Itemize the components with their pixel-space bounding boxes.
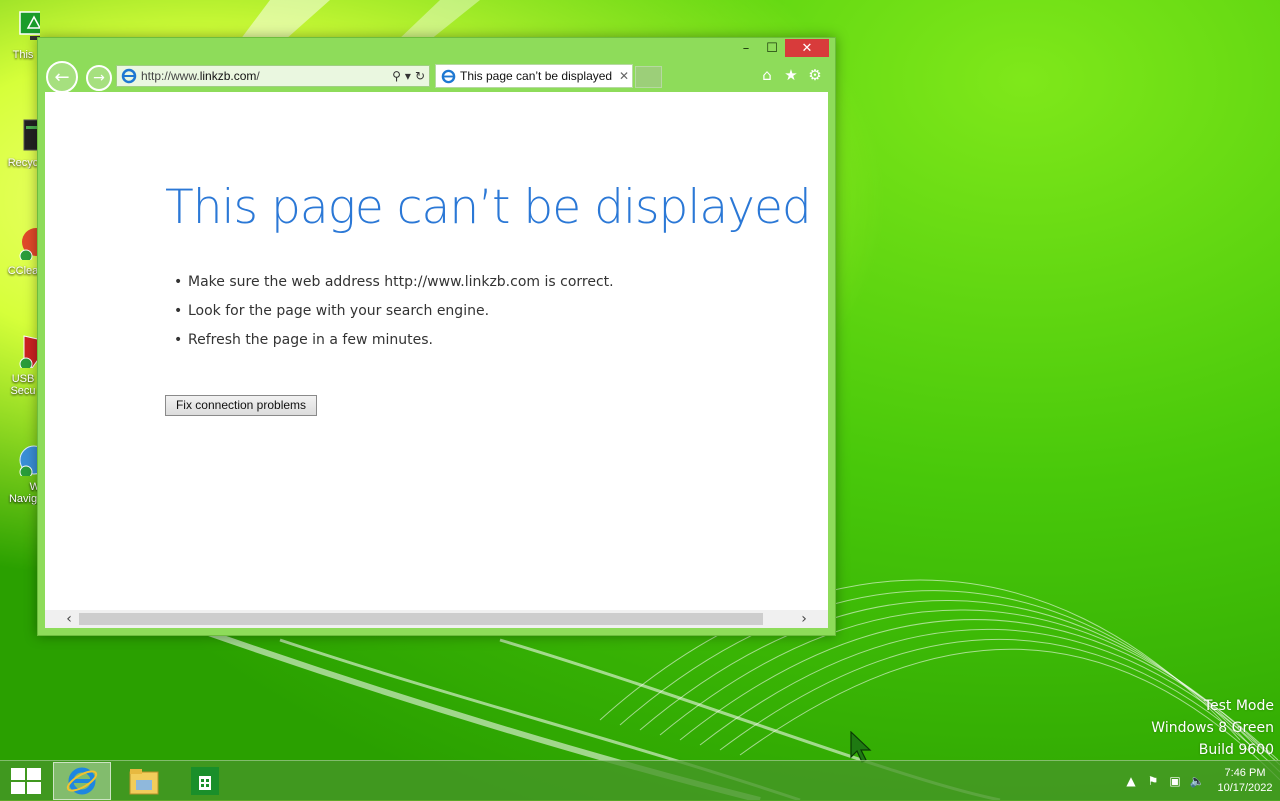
- window-controls: – ☐ ✕: [733, 39, 829, 57]
- folder-icon: [129, 769, 159, 795]
- windows-logo-icon: [11, 768, 41, 794]
- tab-title: This page can’t be displayed: [460, 69, 613, 83]
- close-window-button[interactable]: ✕: [785, 39, 829, 57]
- taskbar: ▲ ⚑ ▣ 🔈 7:46 PM 10/17/2022: [0, 760, 1280, 801]
- scroll-right-icon[interactable]: ›: [794, 610, 814, 628]
- back-button[interactable]: ←: [46, 61, 78, 93]
- clock-date: 10/17/2022: [1217, 782, 1273, 794]
- system-tray: ▲ ⚑ ▣ 🔈 7:46 PM 10/17/2022: [1120, 761, 1280, 801]
- ie-tab-icon: [441, 69, 456, 83]
- address-url[interactable]: http://www.linkzb.com/: [141, 69, 392, 83]
- clock[interactable]: 7:46 PM 10/17/2022: [1214, 766, 1276, 796]
- taskbar-app-file-explorer[interactable]: [115, 762, 173, 800]
- scroll-thumb[interactable]: [79, 613, 763, 625]
- gear-icon[interactable]: ⚙: [807, 67, 823, 83]
- back-arrow-icon: ←: [54, 66, 70, 88]
- ie-icon: [66, 767, 98, 795]
- taskbar-app-internet-explorer[interactable]: [53, 762, 111, 800]
- recycle-bin-icon: [23, 119, 41, 151]
- watermark-line: Build 9600: [1198, 742, 1274, 758]
- scroll-left-icon[interactable]: ‹: [59, 610, 79, 628]
- new-tab-button[interactable]: [635, 66, 662, 88]
- network-icon[interactable]: ▣: [1164, 774, 1186, 788]
- watermark-line: Test Mode: [1203, 698, 1274, 714]
- forward-arrow-icon: →: [93, 70, 105, 86]
- minimize-button[interactable]: –: [733, 39, 759, 57]
- tab-close-icon[interactable]: ✕: [616, 69, 632, 83]
- refresh-icon[interactable]: ↻: [415, 69, 425, 83]
- watermark-line: Windows 8 Green: [1151, 720, 1274, 736]
- address-bar[interactable]: http://www.linkzb.com/ ⚲ ▾ ↻: [116, 65, 430, 87]
- clock-time: 7:46 PM: [1224, 767, 1266, 779]
- search-icon[interactable]: ⚲: [392, 69, 401, 83]
- navigation-bar: ← → http://www.linkzb.com/ ⚲ ▾ ↻ This pa…: [38, 60, 835, 93]
- dropdown-arrow-icon[interactable]: ▾: [405, 69, 411, 83]
- home-icon[interactable]: ⌂: [759, 67, 775, 83]
- start-button[interactable]: [4, 764, 48, 798]
- browser-window: – ☐ ✕ ← → http://www.linkzb.com/ ⚲ ▾ ↻ T…: [37, 37, 836, 636]
- page-title: This page can’t be displayed: [165, 180, 812, 235]
- desktop-watermark: Test Mode Windows 8 Green Build 9600: [1151, 695, 1274, 761]
- show-hidden-icons-icon[interactable]: ▲: [1120, 774, 1142, 788]
- shield-icon: [19, 335, 43, 371]
- favorites-star-icon[interactable]: ★: [783, 67, 799, 83]
- list-item: Look for the page with your search engin…: [174, 303, 614, 332]
- maximize-button[interactable]: ☐: [759, 39, 785, 57]
- list-item: Make sure the web address http://www.lin…: [174, 274, 614, 303]
- list-item: Refresh the page in a few minutes.: [174, 332, 614, 361]
- computer-icon: [19, 11, 51, 40]
- globe-icon: [19, 445, 49, 479]
- page-content: This page can’t be displayed Make sure t…: [45, 92, 828, 610]
- tab-active[interactable]: This page can’t be displayed ✕: [435, 64, 633, 88]
- fix-connection-button[interactable]: Fix connection problems: [165, 395, 317, 416]
- volume-icon[interactable]: 🔈: [1186, 774, 1208, 788]
- store-icon: [191, 767, 219, 795]
- forward-button[interactable]: →: [86, 65, 112, 91]
- horizontal-scrollbar[interactable]: ‹ ›: [45, 610, 828, 628]
- taskbar-app-store[interactable]: [176, 762, 234, 800]
- suggestion-list: Make sure the web address http://www.lin…: [174, 274, 614, 361]
- action-center-flag-icon[interactable]: ⚑: [1142, 774, 1164, 788]
- ie-page-icon: [121, 68, 137, 84]
- ccleaner-icon: [19, 228, 50, 263]
